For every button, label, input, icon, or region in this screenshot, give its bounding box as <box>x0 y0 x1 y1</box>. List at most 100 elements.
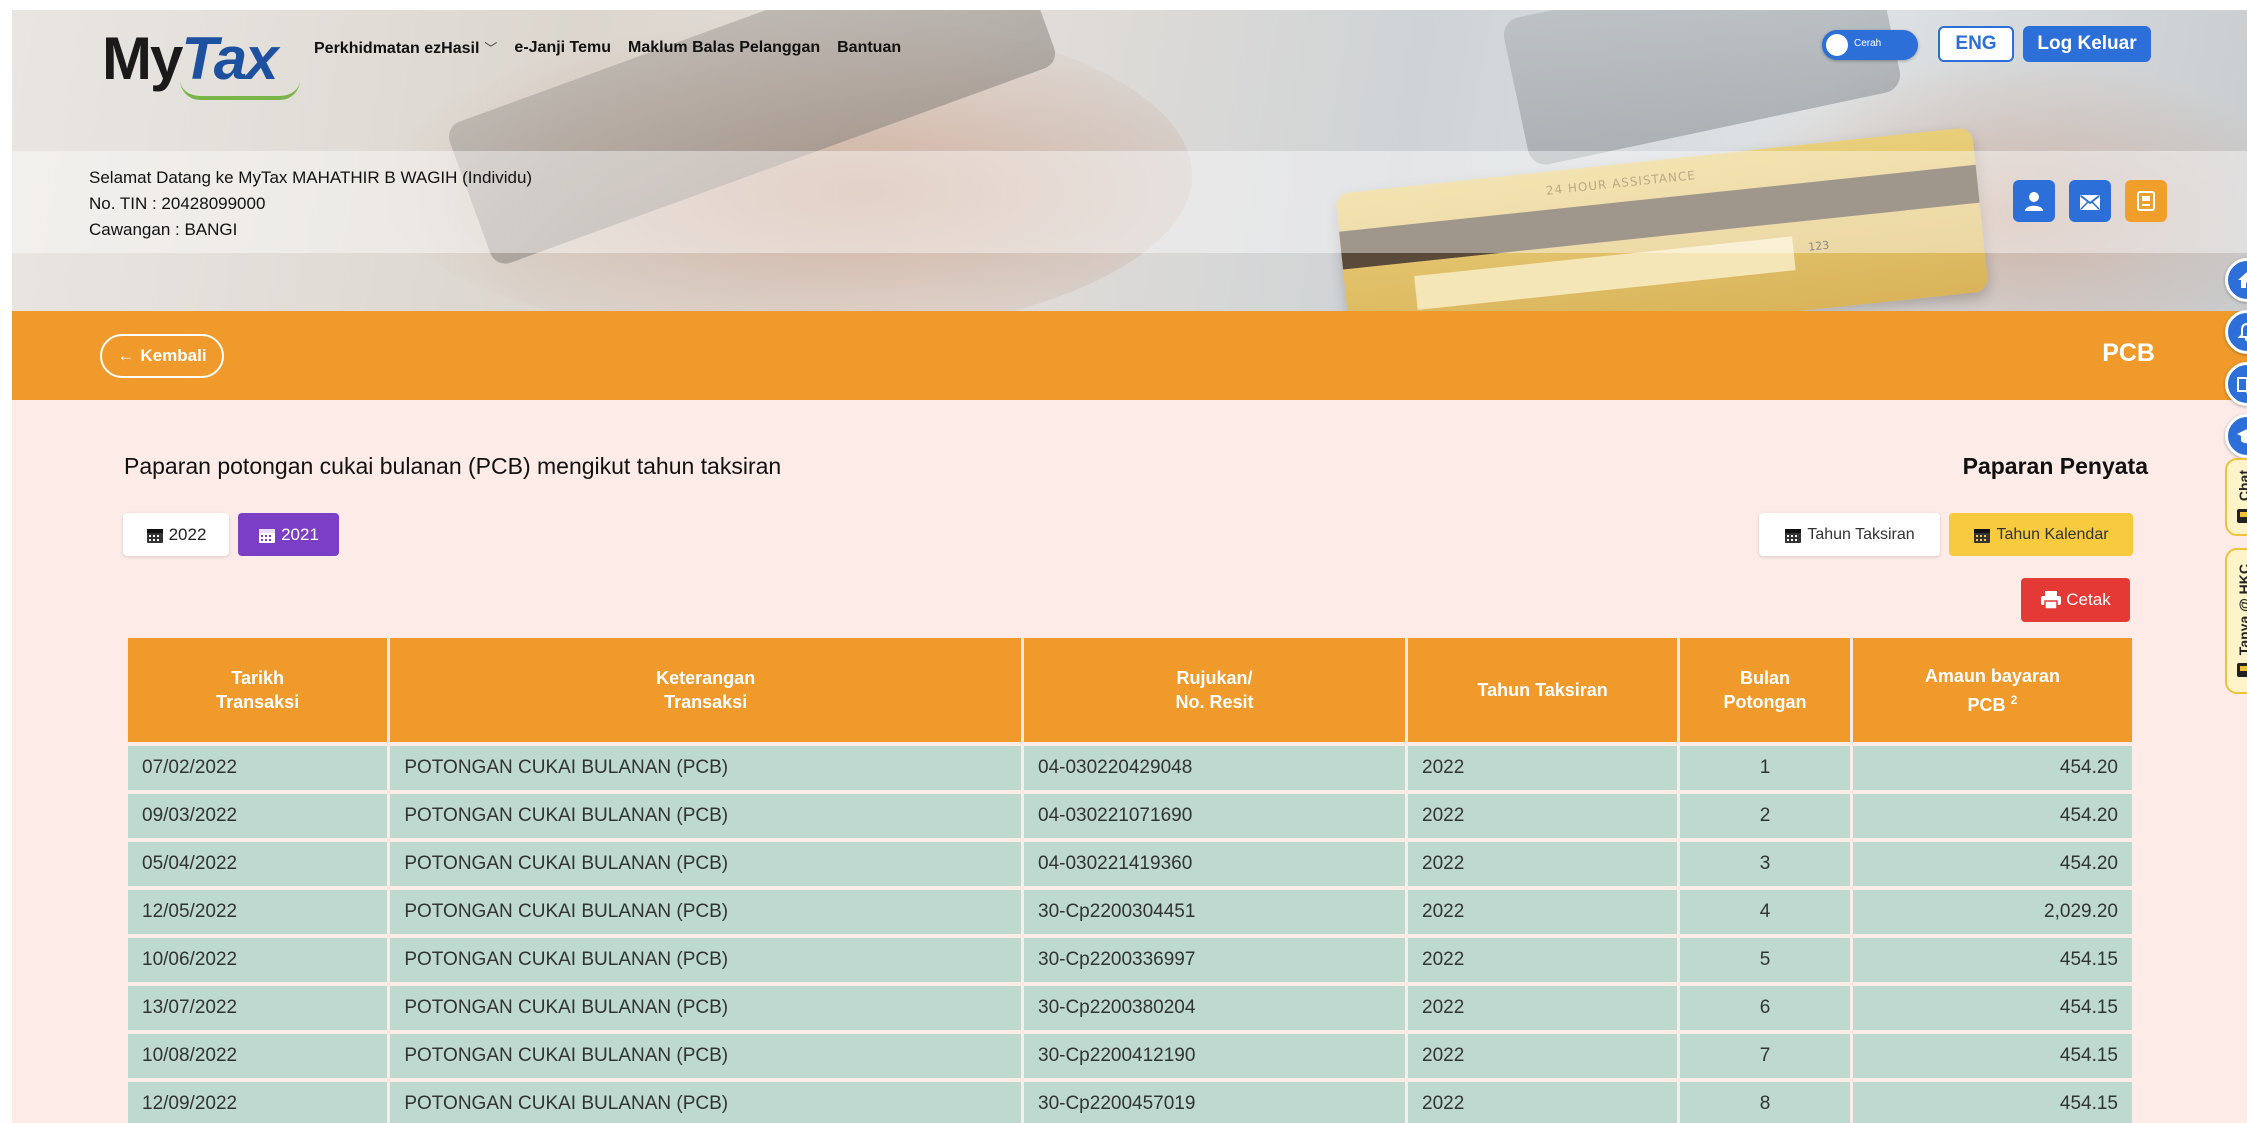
hero-quick-icons <box>2013 180 2167 222</box>
logout-button[interactable]: Log Keluar <box>2023 26 2151 62</box>
cell-month: 2 <box>1680 794 1850 838</box>
header-line: Rujukan/ <box>1176 668 1253 688</box>
nav-label: Perkhidmatan ezHasil <box>314 40 480 57</box>
cell-amount: 454.15 <box>1852 986 2132 1030</box>
col-header-tahun-taksiran[interactable]: Tahun Taksiran <box>1408 638 1678 742</box>
header-line: No. Resit <box>1175 692 1254 712</box>
cell-desc: POTONGAN CUKAI BULANAN (PCB) <box>390 938 1021 982</box>
notification-button[interactable] <box>2225 310 2247 354</box>
cell-desc: POTONGAN CUKAI BULANAN (PCB) <box>390 1034 1021 1078</box>
year-2021-button[interactable]: 2021 <box>238 513 339 556</box>
back-button[interactable]: ← Kembali <box>100 334 224 378</box>
col-header-rujukan[interactable]: Rujukan/No. Resit <box>1024 638 1406 742</box>
header-line: Transaksi <box>664 692 748 712</box>
cell-desc: POTONGAN CUKAI BULANAN (PCB) <box>390 890 1021 934</box>
profile-button[interactable] <box>2013 180 2055 222</box>
cell-desc: POTONGAN CUKAI BULANAN (PCB) <box>390 1082 1021 1123</box>
learning-button[interactable] <box>2225 414 2247 458</box>
tanya-hkc-tab[interactable]: Tanya @ HKC <box>2225 548 2247 694</box>
cell-date: 10/08/2022 <box>128 1034 388 1078</box>
cell-ref: 30-Cp2200412190 <box>1024 1034 1406 1078</box>
tin-line: No. TIN : 20428099000 <box>89 194 266 213</box>
cell-amount: 454.20 <box>1852 842 2132 886</box>
cell-ref: 30-Cp2200336997 <box>1024 938 1406 982</box>
table-row: 12/09/2022 POTONGAN CUKAI BULANAN (PCB) 30… <box>128 1082 2132 1123</box>
home-icon <box>2238 272 2247 288</box>
theme-toggle[interactable]: Cerah <box>1822 30 1918 60</box>
back-label: Kembali <box>140 346 207 365</box>
header-line: Bulan <box>1739 668 1790 688</box>
page-frame: 24 HOUR ASSISTANCE 123 MyTax Perkhidmata… <box>12 10 2247 1123</box>
chat-tab[interactable]: Chat <box>2225 458 2247 536</box>
logo-swoosh <box>180 80 300 100</box>
side-rail <box>2225 258 2247 458</box>
calendar-icon <box>1974 528 1991 543</box>
toggle-label: Cerah <box>1854 38 1882 49</box>
header-line: Tarikh <box>231 668 285 688</box>
cell-date: 12/05/2022 <box>128 890 388 934</box>
cell-desc: POTONGAN CUKAI BULANAN (PCB) <box>390 986 1021 1030</box>
nav-e-janji-temu[interactable]: e-Janji Temu <box>514 39 611 57</box>
cell-date: 12/09/2022 <box>128 1082 388 1123</box>
chevron-down-icon: ﹀ <box>484 41 498 56</box>
language-button[interactable]: ENG <box>1938 26 2014 62</box>
tahun-kalendar-button[interactable]: Tahun Kalendar <box>1949 513 2133 556</box>
statement-link[interactable]: Paparan Penyata <box>1963 453 2148 480</box>
cell-ref: 30-Cp2200457019 <box>1024 1082 1406 1123</box>
cell-desc: POTONGAN CUKAI BULANAN (PCB) <box>390 746 1021 790</box>
calendar-icon <box>146 528 163 543</box>
page-heading: Paparan potongan cukai bulanan (PCB) men… <box>124 453 782 479</box>
hkc-label: Tanya @ HKC <box>2236 564 2247 656</box>
print-button[interactable]: Cetak <box>2021 578 2130 622</box>
header-line: Keterangan <box>656 668 756 688</box>
nav-maklum-balas[interactable]: Maklum Balas Pelanggan <box>628 39 820 57</box>
chat-icon <box>2237 662 2247 677</box>
table-row: 12/05/2022 POTONGAN CUKAI BULANAN (PCB) 30… <box>128 890 2132 934</box>
footnote-marker: 2 <box>2010 692 2018 707</box>
col-header-tarikh[interactable]: Tarikh Transaksi <box>128 638 388 742</box>
cell-year: 2022 <box>1408 842 1678 886</box>
cell-month: 5 <box>1680 938 1850 982</box>
col-header-bulan[interactable]: Bulan Potongan <box>1680 638 1850 742</box>
cell-month: 6 <box>1680 986 1850 1030</box>
document-button[interactable] <box>2125 180 2167 222</box>
guide-button[interactable] <box>2225 362 2247 406</box>
table-row: 05/04/2022 POTONGAN CUKAI BULANAN (PCB) 04… <box>128 842 2132 886</box>
cell-ref: 30-Cp2200304451 <box>1024 890 1406 934</box>
inbox-button[interactable] <box>2069 180 2111 222</box>
table-row: 09/03/2022 POTONGAN CUKAI BULANAN (PCB) 04… <box>128 794 2132 838</box>
cell-amount: 454.15 <box>1852 938 2132 982</box>
cell-month: 7 <box>1680 1034 1850 1078</box>
branch-line: Cawangan : BANGI <box>89 220 238 239</box>
table-header-row: Tarikh Transaksi Keterangan Transaksi Ruju… <box>128 638 2132 742</box>
nav-bantuan[interactable]: Bantuan <box>837 39 901 57</box>
cell-amount: 454.15 <box>1852 1034 2132 1078</box>
cell-year: 2022 <box>1408 1034 1678 1078</box>
cell-year: 2022 <box>1408 746 1678 790</box>
welcome-line: Selamat Datang ke MyTax MAHATHIR B WAGIH… <box>89 168 533 187</box>
bell-icon <box>2237 322 2247 341</box>
cell-amount: 454.20 <box>1852 794 2132 838</box>
header-line: Tahun Taksiran <box>1477 680 1608 700</box>
year-label: 2021 <box>281 524 319 544</box>
cell-date: 07/02/2022 <box>128 746 388 790</box>
col-header-keterangan[interactable]: Keterangan Transaksi <box>390 638 1021 742</box>
cell-date: 09/03/2022 <box>128 794 388 838</box>
nav-perkhidmatan-ezhasil[interactable]: Perkhidmatan ezHasil ﹀ <box>314 38 497 58</box>
calendar-icon <box>259 528 276 543</box>
header-line: Potongan <box>1723 692 1807 712</box>
header-line: Amaun bayaran <box>1924 665 2060 686</box>
year-2022-button[interactable]: 2022 <box>123 513 229 556</box>
cell-amount: 454.20 <box>1852 746 2132 790</box>
col-header-amaun[interactable]: Amaun bayaran PCB 2 <box>1852 638 2132 742</box>
printer-icon <box>2041 591 2062 610</box>
cell-desc: POTONGAN CUKAI BULANAN (PCB) <box>390 794 1021 838</box>
print-label: Cetak <box>2066 590 2111 609</box>
pcb-table: Tarikh Transaksi Keterangan Transaksi Ruju… <box>125 634 2135 1123</box>
tahun-taksiran-button[interactable]: Tahun Taksiran <box>1759 513 1940 556</box>
section-title: PCB <box>2102 339 2155 367</box>
table-row: 07/02/2022 POTONGAN CUKAI BULANAN (PCB) 04… <box>128 746 2132 790</box>
cell-year: 2022 <box>1408 1082 1678 1123</box>
cell-month: 1 <box>1680 746 1850 790</box>
home-button[interactable] <box>2225 258 2247 302</box>
